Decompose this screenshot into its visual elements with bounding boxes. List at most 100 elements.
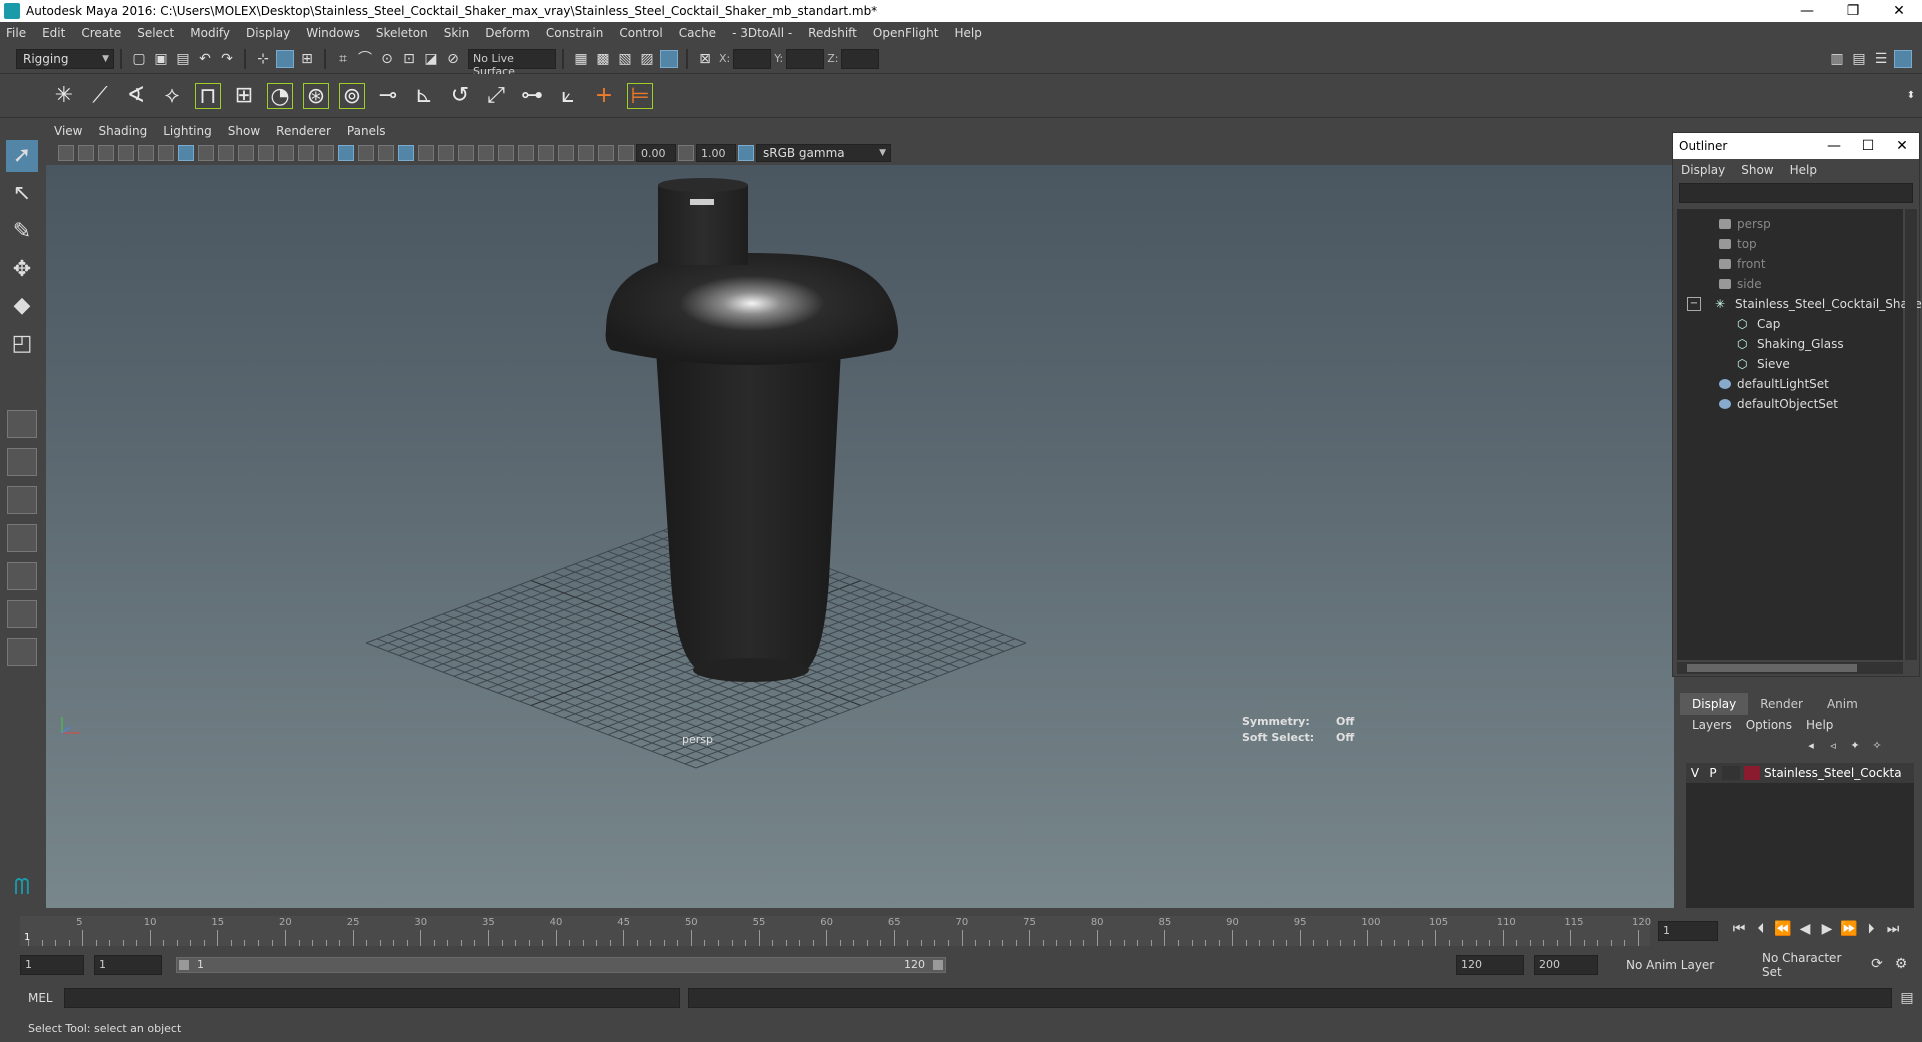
panel-menu-view[interactable]: View [54, 124, 82, 138]
script-editor-icon[interactable]: ▤ [1898, 989, 1916, 1007]
outliner-menu-display[interactable]: Display [1681, 163, 1725, 177]
graph-persp-layout-icon[interactable] [7, 562, 37, 590]
gamma-icon[interactable] [678, 145, 694, 161]
outliner-item-shaking-glass[interactable]: ⬡ Shaking_Glass [1737, 335, 1844, 353]
isolate-select-icon[interactable] [538, 145, 554, 161]
ipr-render-icon[interactable]: ▧ [616, 50, 634, 68]
outliner-item-sieve[interactable]: ⬡ Sieve [1737, 355, 1790, 373]
render-frame-icon[interactable]: ▩ [594, 50, 612, 68]
smooth-shade-icon[interactable] [338, 145, 354, 161]
grease-pencil-icon[interactable] [158, 145, 174, 161]
outliner-item-top[interactable]: top [1719, 235, 1757, 253]
lasso-tool-icon[interactable]: ↖ [6, 178, 38, 210]
menu-set-dropdown[interactable]: Rigging ▼ [16, 48, 114, 69]
menu-windows[interactable]: Windows [306, 26, 360, 40]
pole-vector-icon[interactable]: ⟀ [555, 83, 581, 109]
panel-menu-lighting[interactable]: Lighting [163, 124, 212, 138]
perspective-viewport[interactable]: persp Symmetry: Off Soft Select: Off [46, 165, 1674, 908]
layer-display-type[interactable] [1722, 766, 1740, 780]
maya-home-icon[interactable]: ᗰ [6, 872, 38, 904]
redo-icon[interactable]: ↷ [218, 50, 236, 68]
snap-live-icon[interactable]: ⊘ [444, 50, 462, 68]
menu-modify[interactable]: Modify [190, 26, 230, 40]
layer-menu-layers[interactable]: Layers [1692, 718, 1732, 732]
menu-cache[interactable]: Cache [679, 26, 716, 40]
select-camera-icon[interactable] [58, 145, 74, 161]
outliner-vertical-scrollbar[interactable] [1905, 209, 1917, 660]
hypershade-layout-icon[interactable] [7, 600, 37, 628]
menu-redshift[interactable]: Redshift [808, 26, 857, 40]
2d-pan-zoom-icon[interactable] [138, 145, 154, 161]
render-history-icon[interactable]: ▦ [572, 50, 590, 68]
snap-grid-icon[interactable]: ⌗ [334, 50, 352, 68]
locator-icon[interactable]: ⟡ [159, 83, 185, 109]
field-chart-icon[interactable] [258, 145, 274, 161]
wireframe-icon[interactable] [318, 145, 334, 161]
close-button[interactable]: ✕ [1876, 0, 1922, 22]
default-lighting-icon[interactable] [358, 145, 374, 161]
safe-action-icon[interactable] [278, 145, 294, 161]
snap-surface-icon[interactable]: ◪ [422, 50, 440, 68]
new-scene-icon[interactable]: ▢ [130, 50, 148, 68]
minimize-button[interactable]: — [1784, 0, 1830, 22]
ik-spline-icon[interactable]: ∢ [123, 83, 149, 109]
menu-control[interactable]: Control [619, 26, 662, 40]
snap-view-icon[interactable]: ⊡ [400, 50, 418, 68]
panel-menu-shading[interactable]: Shading [98, 124, 147, 138]
menu-edit[interactable]: Edit [42, 26, 65, 40]
wireframe-on-shaded-icon[interactable] [378, 145, 394, 161]
wire-icon[interactable]: ⊚ [339, 82, 365, 109]
menu-constrain[interactable]: Constrain [546, 26, 604, 40]
bookmark-icon[interactable] [98, 145, 114, 161]
live-surface-field[interactable]: No Live Surface [468, 48, 556, 78]
layer-playback-toggle[interactable]: P [1704, 766, 1722, 780]
auto-key-icon[interactable]: ⟳ [1868, 955, 1886, 973]
menu-skin[interactable]: Skin [444, 26, 470, 40]
character-set-dropdown[interactable]: No Character Set [1740, 951, 1864, 979]
use-all-lights-icon[interactable] [418, 145, 434, 161]
move-layer-down-icon[interactable]: ◃ [1824, 737, 1842, 755]
play-backwards-icon[interactable]: ◀ [1796, 920, 1814, 938]
current-frame-field[interactable]: 1 [1658, 921, 1718, 941]
animation-start-field[interactable]: 1 [20, 955, 84, 975]
preferences-icon[interactable]: ⚙ [1892, 955, 1910, 973]
outliner-filter-input[interactable] [1679, 183, 1913, 203]
paint-select-icon[interactable]: ✎ [6, 216, 38, 248]
exposure-field[interactable]: 0.00 [636, 144, 676, 162]
outliner-item-default-light-set[interactable]: defaultLightSet [1719, 375, 1829, 393]
ik-handle-icon[interactable]: ⟋ [87, 83, 113, 109]
x-field[interactable] [733, 48, 772, 69]
layer-visibility-toggle[interactable]: V [1686, 766, 1704, 780]
camera-attributes-icon[interactable] [78, 145, 94, 161]
range-slider[interactable]: 1 120 [176, 957, 946, 973]
step-forward-frame-icon[interactable]: ⏩ [1840, 920, 1858, 938]
move-tool-icon[interactable]: ✥ [6, 254, 38, 286]
select-tool-icon[interactable]: ➚ [6, 140, 38, 172]
two-view-layout-icon[interactable] [7, 486, 37, 514]
outliner-horizontal-scrollbar[interactable] [1677, 662, 1903, 674]
attribute-editor-icon[interactable]: ▤ [1850, 50, 1868, 68]
outliner-item-front[interactable]: front [1719, 255, 1766, 273]
select-object-icon[interactable] [276, 49, 294, 68]
color-space-dropdown[interactable]: sRGB gamma ▼ [756, 144, 891, 162]
outliner-persp-layout-icon[interactable] [7, 524, 37, 552]
menu-select[interactable]: Select [137, 26, 174, 40]
menu-3dtoall[interactable]: - 3DtoAll - [732, 26, 792, 40]
tab-display[interactable]: Display [1680, 693, 1749, 715]
menu-display[interactable]: Display [246, 26, 290, 40]
layer-color-swatch[interactable] [1744, 766, 1760, 780]
outliner-item-default-object-set[interactable]: defaultObjectSet [1719, 395, 1838, 413]
go-to-start-icon[interactable]: ⏮ [1730, 920, 1748, 938]
outliner-item-side[interactable]: side [1719, 275, 1762, 293]
layer-menu-help[interactable]: Help [1806, 718, 1833, 732]
collapse-icon[interactable]: − [1687, 297, 1701, 311]
anti-aliasing-icon[interactable] [498, 145, 514, 161]
single-view-layout-icon[interactable] [7, 410, 37, 438]
wrap-icon[interactable]: ⊛ [303, 82, 329, 109]
safe-title-icon[interactable] [298, 145, 314, 161]
step-forward-key-icon[interactable]: ⏵ [1862, 920, 1880, 938]
grid-toggle-icon[interactable] [178, 145, 194, 161]
playback-end-field[interactable]: 120 [1456, 955, 1524, 975]
menu-skeleton[interactable]: Skeleton [376, 26, 428, 40]
range-end-handle[interactable] [933, 960, 943, 970]
